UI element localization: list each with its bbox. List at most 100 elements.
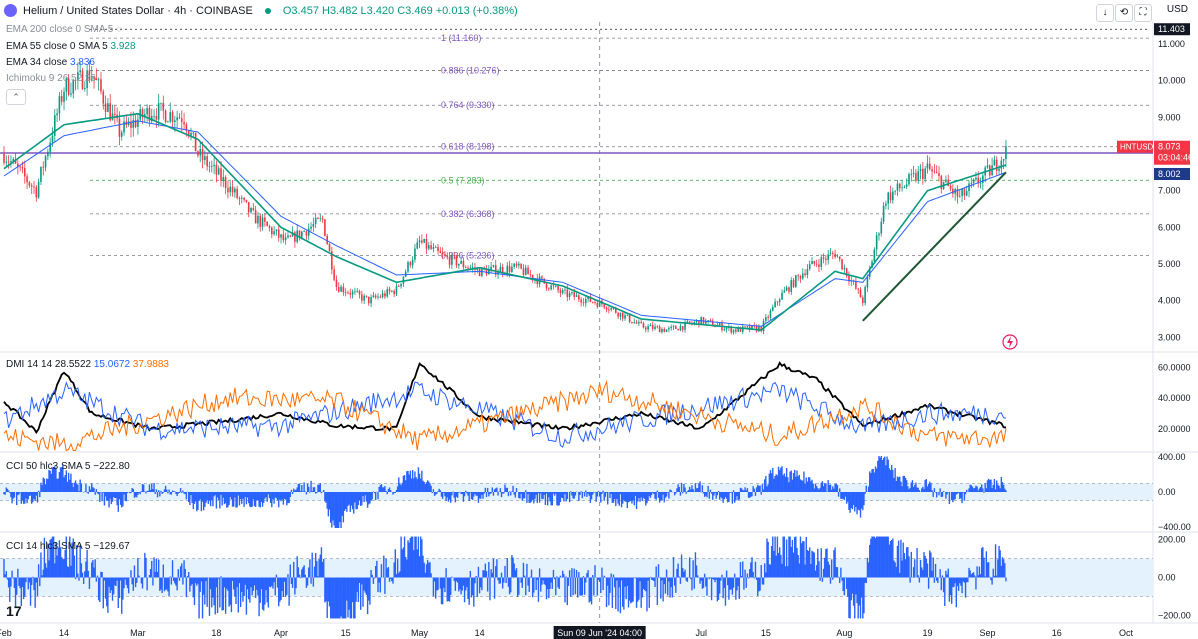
candle-body: [372, 295, 375, 297]
cci14-bar: [306, 577, 309, 586]
cci14-bar: [742, 561, 744, 578]
cci14-bar: [991, 577, 993, 585]
cci14-bar: [832, 577, 834, 580]
cci14-bar: [451, 576, 453, 578]
legend-cci50-label: CCI 50 hlc3 SMA 5: [6, 461, 91, 472]
cci14-bar: [392, 577, 394, 584]
ema55-line: [3, 120, 1007, 327]
symbol-tag-text: HNTUSD: [1120, 143, 1154, 152]
candle-body: [790, 280, 793, 292]
legend-ema34[interactable]: EMA 34 close 3.836: [6, 57, 95, 68]
cci14-bar: [145, 557, 147, 578]
candle-body: [545, 283, 548, 289]
cci14-bar: [293, 561, 295, 578]
cci50-bar: [305, 492, 308, 495]
cci50-bar: [386, 492, 388, 495]
candle-body: [374, 295, 377, 298]
candle-body: [573, 292, 576, 297]
cci14-bar: [656, 577, 659, 606]
cci14-bar: [161, 577, 163, 594]
cci14-bar: [753, 577, 756, 579]
legend-cci14-label: CCI 14 hlc3 SMA 5: [6, 541, 91, 552]
cci50-bar: [496, 487, 498, 492]
candle-body: [541, 276, 543, 279]
cci14-bar: [934, 563, 937, 578]
cci14-bar: [671, 577, 674, 598]
fib-level-label: 0.382 (6.368): [441, 209, 495, 219]
cci50-bar: [746, 488, 749, 492]
legend-cci50-value: −222.80: [93, 461, 130, 472]
candle-body: [677, 328, 679, 331]
cci50-bar: [316, 492, 318, 494]
price-tick-label: 7.000: [1158, 186, 1181, 196]
candle-body: [910, 173, 913, 175]
legend-ichimoku[interactable]: Ichimoku 9 26 52 26: [6, 73, 96, 84]
cci14-bar: [77, 573, 79, 578]
cci50-bar: [132, 489, 134, 492]
time-tick-label: Oct: [1119, 628, 1134, 638]
cci14-bar: [304, 574, 306, 578]
cci14-bar: [430, 573, 432, 578]
time-tick-label: Mar: [130, 628, 146, 638]
cci14-bar: [316, 561, 318, 578]
cci50-bar: [596, 492, 599, 497]
candle-body: [432, 247, 435, 249]
legend-ema55[interactable]: EMA 55 close 0 SMA 5 3.928: [6, 41, 136, 52]
candle-body: [857, 288, 859, 290]
fullscreen-button[interactable]: ⛶: [1134, 4, 1152, 22]
reset-chart-button[interactable]: ⟲: [1115, 4, 1133, 22]
candle-body: [979, 182, 982, 184]
cci14-bar: [754, 561, 757, 578]
candle-body: [384, 293, 386, 297]
candle-body: [774, 301, 776, 308]
cci50-bar: [303, 482, 305, 492]
chart-canvas[interactable]: 1 (11.160) 0.886 (10.276) 0.764 (9.330) 0.6…: [0, 0, 1198, 639]
candle-body: [642, 323, 645, 328]
cci50-bars: [3, 456, 1007, 528]
collapse-legend-icon[interactable]: ⌃: [6, 89, 26, 105]
candle-body: [808, 264, 811, 270]
candle-body: [548, 288, 550, 290]
scroll-down-button[interactable]: ↓: [1096, 4, 1114, 22]
cci50-bar: [439, 490, 442, 492]
currency-selector[interactable]: USD: [1167, 4, 1188, 15]
cci14-bar: [176, 577, 178, 591]
eye-hidden-icon[interactable]: ◌: [116, 24, 122, 35]
cci14-bar: [576, 577, 579, 598]
candle-body: [434, 246, 437, 248]
symbol-title[interactable]: Helium / United States Dollar · 4h · COI…: [23, 5, 253, 17]
cci50-bar: [579, 492, 581, 496]
cci14-bar: [974, 575, 976, 578]
legend-ema200[interactable]: EMA 200 close 0 SMA 5 ◌: [6, 24, 122, 35]
legend-dmi: DMI 14 14 28.5522 15.0672 37.9883: [6, 359, 169, 370]
candle-body: [423, 238, 425, 243]
cci14-bar: [299, 577, 302, 579]
candle-body: [402, 276, 405, 284]
candle-body: [998, 168, 1000, 171]
candle-body: [444, 254, 446, 256]
cci14-bar: [380, 564, 383, 578]
cci50-bar: [566, 492, 569, 500]
candle-body: [312, 223, 315, 227]
cci50-bar: [497, 492, 499, 496]
cci14-bar: [897, 540, 900, 578]
cci14-bar: [914, 559, 916, 578]
tradingview-logo-icon[interactable]: 17: [6, 603, 22, 619]
cci14-bar: [489, 577, 491, 601]
dmi-line-+DI: [3, 381, 1007, 448]
cci50-bar: [491, 487, 493, 492]
cci14-bar: [975, 577, 977, 590]
cci14-bar: [127, 577, 130, 594]
cci14-bar: [102, 577, 104, 609]
cci50-bar: [568, 492, 571, 503]
cci14-bar: [708, 577, 710, 580]
cci50-bar: [290, 489, 293, 492]
candle-body: [478, 268, 481, 277]
candle-body: [919, 168, 922, 172]
cci50-bar: [154, 492, 156, 494]
legend-ema200-label: EMA 200 close 0 SMA 5: [6, 24, 114, 35]
cci14-bar: [686, 577, 689, 582]
candle-body: [386, 289, 389, 297]
cci50-bar: [101, 492, 103, 502]
cci50-bar: [933, 488, 936, 492]
